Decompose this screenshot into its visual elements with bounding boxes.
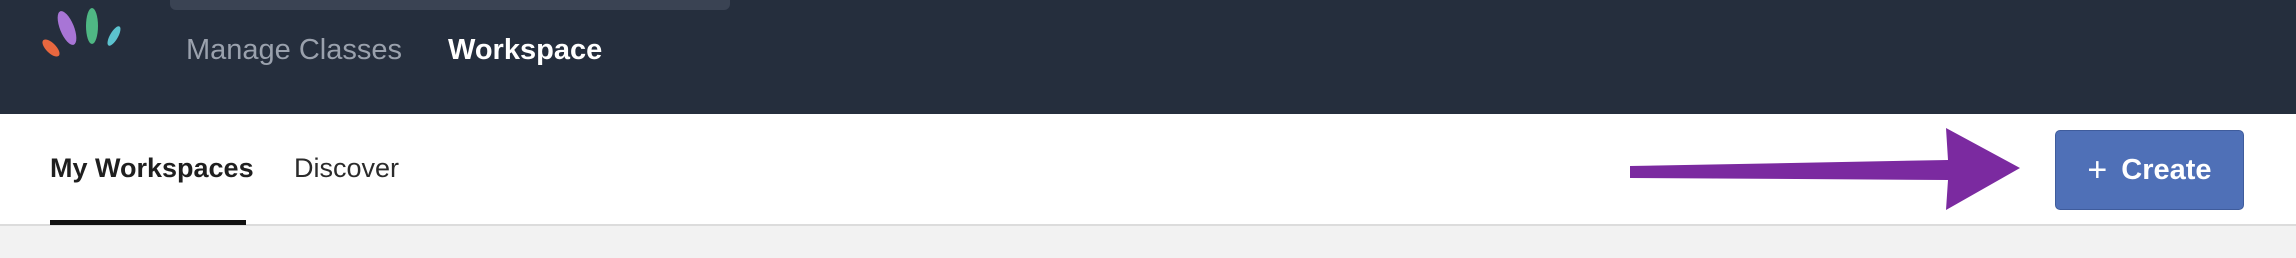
plus-icon: +	[2087, 151, 2108, 189]
nav-workspace[interactable]: Workspace	[448, 30, 602, 70]
create-button[interactable]: + Create	[2055, 130, 2244, 210]
create-button-label: Create	[2121, 153, 2212, 186]
tab-my-workspaces[interactable]: My Workspaces	[50, 148, 254, 188]
active-tab-indicator	[50, 220, 246, 225]
search-bar[interactable]	[170, 0, 730, 10]
app-logo-icon[interactable]	[36, 4, 136, 66]
annotation-arrow-icon	[1630, 128, 2020, 210]
tab-discover[interactable]: Discover	[294, 148, 399, 188]
nav-manage-classes[interactable]: Manage Classes	[186, 30, 402, 70]
top-navigation-bar: Manage Classes Workspace	[0, 0, 2296, 114]
workspace-tab-bar: My Workspaces Discover + Create	[0, 114, 2296, 226]
